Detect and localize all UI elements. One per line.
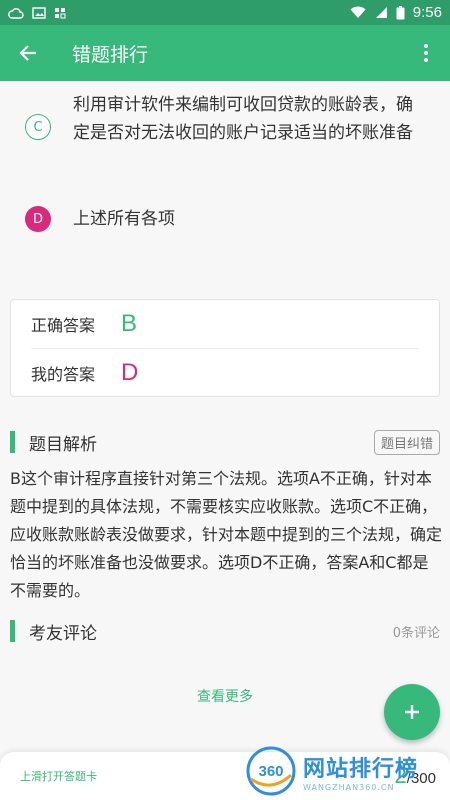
slide-hint: 上滑打开答题卡	[20, 770, 97, 783]
grid-icon	[55, 7, 66, 18]
comments-title: 考友评论	[29, 623, 97, 644]
option-d[interactable]: D 上述所有各项	[0, 206, 443, 232]
my-answer-value: D	[121, 358, 139, 386]
app-bar: 错题排行	[0, 25, 450, 81]
cloud-icon	[8, 7, 24, 19]
add-comment-button[interactable]	[384, 684, 440, 740]
option-c-text: 利用审计软件来编制可收回贷款的账龄表，确定是否对无法收回的账户记录适当的坏账准备	[73, 95, 413, 143]
wifi-icon	[350, 6, 366, 18]
comment-count: 0条评论	[392, 625, 440, 641]
option-c[interactable]: C 利用审计软件来编制可收回贷款的账龄表，确定是否对无法收回的账户记录适当的坏账…	[0, 91, 443, 147]
answer-card: 正确答案 B 我的答案 D	[10, 299, 440, 397]
status-time: 9:56	[412, 4, 442, 21]
analysis-title: 题目解析	[29, 434, 97, 455]
battery-icon	[396, 5, 405, 19]
plus-icon	[405, 705, 419, 719]
option-c-badge: C	[25, 114, 51, 140]
progress-current: 2	[394, 763, 407, 788]
page-title: 错题排行	[72, 43, 149, 66]
section-accent	[10, 431, 15, 453]
signal-icon	[375, 7, 387, 18]
option-d-badge: D	[25, 206, 51, 232]
arrow-left-icon	[19, 45, 36, 61]
section-accent	[10, 620, 15, 642]
answer-sheet-bar[interactable]: 上滑打开答题卡 2 /300	[0, 752, 450, 800]
correct-answer-value: B	[121, 310, 138, 337]
correct-answer-label: 正确答案	[31, 316, 96, 335]
view-more-link[interactable]: 查看更多	[0, 686, 450, 706]
analysis-header: 题目解析 题目纠错	[10, 429, 440, 455]
more-vert-icon	[424, 44, 428, 62]
analysis-text: B这个审计程序直接针对第三个法规。选项A不正确，针对本题中提到的具体法规，不需要…	[10, 469, 443, 600]
more-menu-button[interactable]	[402, 25, 450, 81]
image-icon	[32, 6, 46, 19]
progress-total: /300	[406, 770, 436, 787]
report-error-button[interactable]: 题目纠错	[373, 429, 440, 455]
question-content: C 利用审计软件来编制可收回贷款的账龄表，确定是否对无法收回的账户记录适当的坏账…	[0, 81, 450, 751]
question-progress: 2 /300	[395, 763, 436, 789]
back-button[interactable]	[0, 25, 56, 81]
correct-answer-row: 正确答案 B	[11, 300, 439, 348]
status-bar: 9:56	[0, 0, 450, 25]
option-d-text: 上述所有各项	[73, 209, 175, 229]
comments-header: 考友评论 0条评论	[10, 619, 440, 644]
my-answer-row: 我的答案 D	[31, 348, 419, 396]
my-answer-label: 我的答案	[31, 364, 96, 384]
